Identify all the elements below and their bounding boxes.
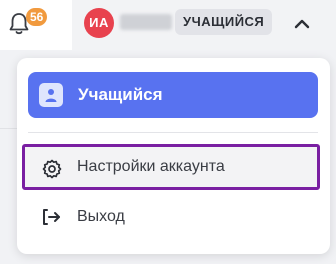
person-icon [39,83,63,107]
username-blurred [120,14,172,30]
gear-icon [42,159,62,179]
logout-item[interactable]: Выход [22,194,324,240]
role-chip: УЧАЩИЙСЯ [175,9,273,35]
background-divider [0,128,17,129]
logout-label: Выход [77,208,125,225]
collapse-menu-button[interactable] [290,12,314,36]
top-bar: 56 ИА УЧАЩИЙСЯ [0,0,336,50]
account-settings-label: Настройки аккаунта [77,158,225,175]
page: 56 ИА УЧАЩИЙСЯ Учащийся Настройки аккаун… [0,0,336,264]
user-dropdown-menu: Учащийся Настройки аккаунта Выход [17,58,330,254]
notifications-button[interactable]: 56 [8,6,48,38]
account-settings-item[interactable]: Настройки аккаунта [22,144,320,190]
menu-divider [28,132,318,133]
active-role-item[interactable]: Учащийся [28,72,318,118]
chevron-up-icon [294,19,310,29]
user-menu-trigger[interactable]: ИА УЧАЩИЙСЯ [72,0,336,50]
notification-count-badge: 56 [26,8,48,26]
active-role-label: Учащийся [78,85,163,104]
avatar: ИА [84,8,114,38]
logout-icon [43,209,60,225]
